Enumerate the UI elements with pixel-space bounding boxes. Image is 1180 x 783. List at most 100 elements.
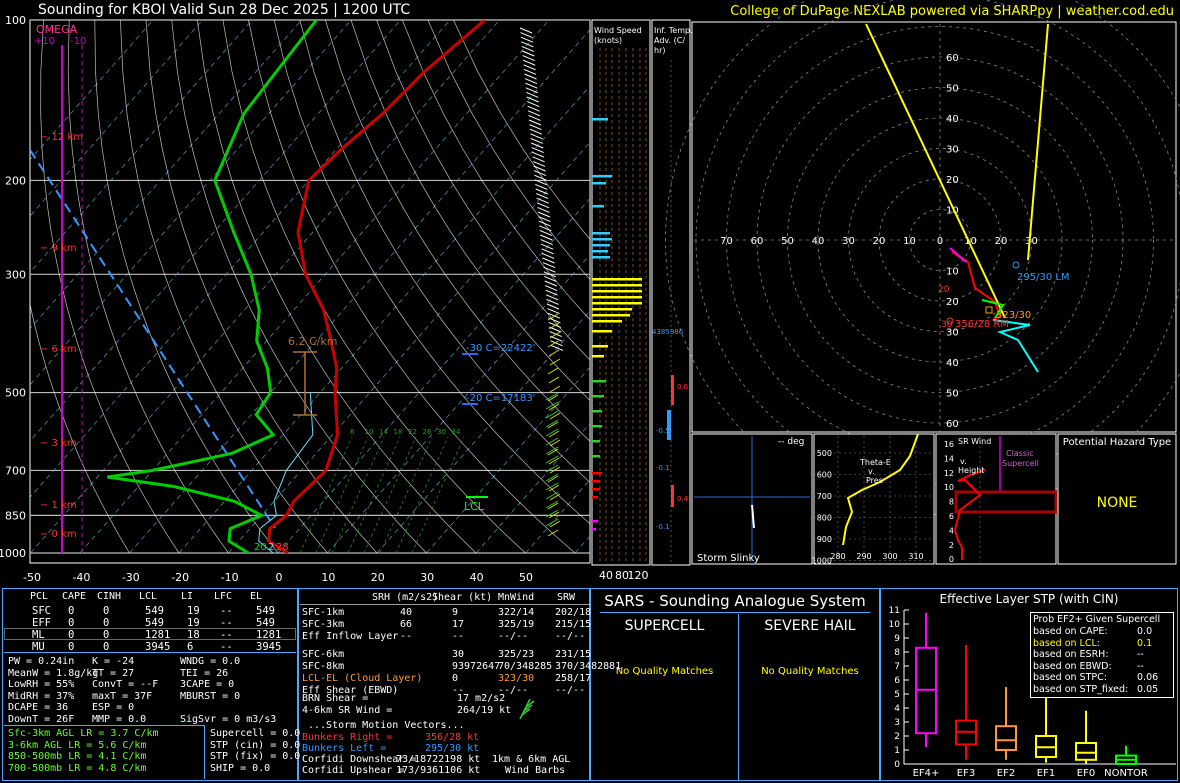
inf-title: Inf. Temp. <box>654 26 693 35</box>
index-cell: ESP = 0 <box>92 702 135 714</box>
kin-barbs <box>519 698 535 720</box>
srw-y-tick: 16 <box>944 440 954 449</box>
parcel-header: EL <box>250 591 263 602</box>
pressure-tick: 700 <box>5 464 26 477</box>
height-label: − 6 km <box>40 344 77 355</box>
stp-category: NONTOR <box>1104 768 1148 779</box>
ws-bar <box>592 244 610 247</box>
index-cell: MMP = 0.0 <box>92 714 147 725</box>
inf-title3: hr) <box>654 46 665 55</box>
index-cell: MBURST = 0 <box>180 690 241 702</box>
kin-cell: SFC-3km <box>302 619 345 630</box>
hodo-pad <box>0 0 692 22</box>
omega-tick-plus: +10 <box>34 36 55 47</box>
index-cell: 3CAPE = 0 <box>180 679 235 691</box>
sr-wind-frame <box>935 433 1057 565</box>
kin-cell: SFC-1km <box>302 607 345 618</box>
srw-y-tick: 0 <box>949 555 954 564</box>
ws-bar <box>592 410 602 413</box>
ws-bar <box>592 284 642 287</box>
kin-header-line <box>300 604 590 605</box>
ws-bar <box>592 238 612 241</box>
hodo-x-tick: 60 <box>751 236 764 247</box>
srw-label-1: SR Wind <box>958 437 991 446</box>
height-label: − 0 km <box>40 529 77 540</box>
index-cell: LowRH = 55% <box>8 679 75 691</box>
ws-bar <box>592 290 642 293</box>
iso-30-label: -30 C=22422' <box>466 343 535 354</box>
hodo-x-tick: 70 <box>720 236 733 247</box>
bunkers-right-label: Bunkers Right = <box>302 732 393 743</box>
ws-bar <box>592 345 608 348</box>
ws-title2: (knots) <box>594 36 622 45</box>
ws-bar <box>592 520 598 523</box>
kin-header: Shear (kt) <box>432 592 493 603</box>
kin-barb-shaft <box>519 698 531 720</box>
stp-y-tick: 5 <box>894 690 900 700</box>
hodo-y-tick: 40 <box>946 358 959 369</box>
srw-y-tick: 6 <box>949 512 954 521</box>
barb-label-2: Wind Barbs <box>505 765 566 776</box>
barb-label-1: 1km & 6km AGL <box>492 754 571 765</box>
inf-title2: Adv. (C/ <box>654 36 685 45</box>
kin-cell: --/-- <box>555 631 586 642</box>
temp-tick: -10 <box>221 571 239 584</box>
theta-e-frame <box>813 433 935 565</box>
lapse-label: 6.2 C/km <box>288 335 337 348</box>
mixing-label: 26 <box>423 428 432 436</box>
theta-y-tick: 500 <box>817 449 832 458</box>
lcl-label: LCL <box>464 500 485 513</box>
bunkers-left-label: Bunkers Left = <box>302 743 387 754</box>
prob-value: -- <box>1137 649 1144 661</box>
sars-divider <box>600 612 870 613</box>
ws-bar <box>592 472 602 475</box>
ws-tick: 120 <box>628 569 649 582</box>
prob-label: based on LCL: <box>1033 637 1100 649</box>
kin-cell: --/-- <box>498 631 529 642</box>
parcel-cell: 549 <box>256 605 275 617</box>
lapse-rate-line: 850-500mb LR = 4.1 C/km <box>8 751 147 763</box>
stp-category: EF2 <box>997 768 1015 779</box>
sars-supercell-title: SUPERCELL <box>624 618 705 634</box>
kin-cell: 30 <box>452 649 465 660</box>
theta-label-1: Theta-E <box>859 458 891 467</box>
kin-cell: 258/17 <box>555 673 592 684</box>
mixing-label: 30 <box>437 428 446 436</box>
kin-header: SRH (m2/s2) <box>372 592 439 603</box>
kin-cell: 9 <box>452 607 459 618</box>
stp-box <box>995 725 1017 751</box>
prob-value: 0.05 <box>1137 684 1159 695</box>
sfc-dew-label: 20 <box>254 542 267 553</box>
index-cell: SigSvr = 0 m3/s3 <box>180 714 277 725</box>
stp-y-tick: 10 <box>889 620 901 630</box>
hodo-x-tick: 20 <box>873 236 886 247</box>
hodo-x-tick: 50 <box>781 236 794 247</box>
skewt-frame <box>29 19 591 564</box>
theta-y-tick: 600 <box>817 471 832 480</box>
inf-bar <box>671 375 674 405</box>
temp-tick: 30 <box>420 571 434 584</box>
ws-title: Wind Speed <box>594 26 642 35</box>
ws-bar <box>592 425 602 428</box>
thermo-divider <box>4 652 296 653</box>
iso-20-label: -20 C=17183' <box>466 393 535 404</box>
sfc-wb-label: 2 <box>268 542 274 553</box>
stp-y-tick: 4 <box>894 704 900 714</box>
pressure-tick: 1000 <box>0 547 26 560</box>
composite-line: SHIP = 0.0 <box>210 762 271 774</box>
theta-label-3: Pres <box>866 476 883 485</box>
kin-cell: -- <box>452 631 465 642</box>
prob-value: 0.0 <box>1137 626 1153 637</box>
srw-y-tick: 14 <box>944 454 954 463</box>
ws-bar <box>592 380 606 383</box>
index-cell: TT = 27 <box>92 667 135 679</box>
parcel-header: PCL <box>30 591 49 602</box>
prob-title: Prob EF2+ Given Supercell <box>1033 614 1161 625</box>
hodo-x-tick: 30 <box>1025 236 1038 247</box>
mixing-label: 10 <box>365 428 374 436</box>
stp-y-tick: 1 <box>894 746 900 756</box>
hodo-y-tick: 60 <box>946 419 959 430</box>
hodo-x-tick: 40 <box>812 236 825 247</box>
lapse-rate-line: 3-6km AGL LR = 5.6 C/km <box>8 739 147 751</box>
sars-panel <box>590 588 880 781</box>
